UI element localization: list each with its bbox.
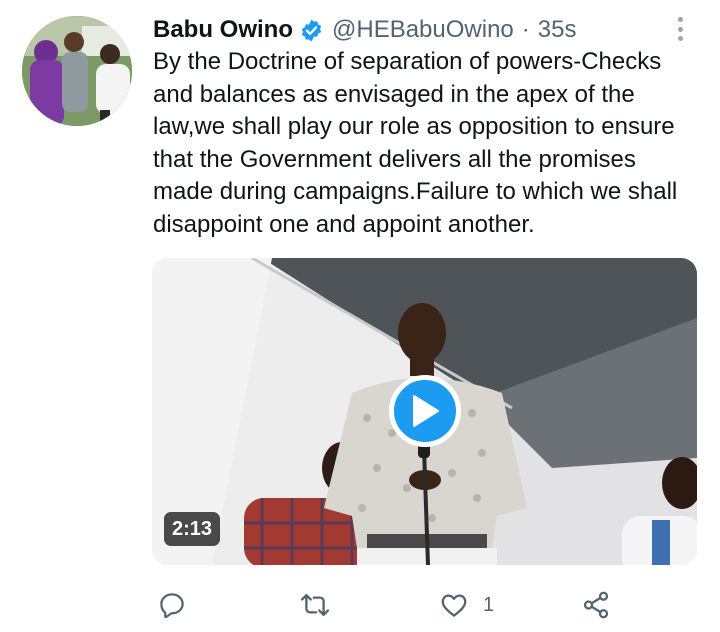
- tweet-timestamp[interactable]: 35s: [538, 16, 577, 44]
- like-count: 1: [483, 593, 495, 616]
- author-name[interactable]: Babu Owino: [153, 16, 293, 44]
- author-avatar[interactable]: [22, 16, 132, 126]
- retweet-icon: [300, 593, 330, 617]
- verified-badge-icon: [299, 18, 324, 43]
- like-button[interactable]: 1: [439, 583, 494, 627]
- video-duration-badge: 2:13: [164, 512, 221, 546]
- header-separator: ·: [521, 16, 530, 43]
- more-options-icon[interactable]: [668, 14, 692, 44]
- reply-button[interactable]: [157, 583, 201, 627]
- tweet-action-bar: 1: [153, 583, 633, 627]
- play-icon: [413, 395, 439, 427]
- reply-icon: [160, 593, 184, 619]
- share-button[interactable]: [581, 583, 625, 627]
- video-player[interactable]: 2:13: [152, 258, 697, 565]
- retweet-button[interactable]: [299, 583, 345, 627]
- avatar-image: [22, 16, 132, 126]
- heart-icon: [441, 594, 467, 617]
- share-icon: [583, 591, 609, 619]
- author-handle[interactable]: @HEBabuOwino: [332, 16, 514, 44]
- tweet: Babu Owino @HEBabuOwino · 35s By the Doc…: [0, 0, 720, 632]
- play-button[interactable]: [389, 375, 461, 447]
- tweet-text: By the Doctrine of separation of powers-…: [153, 48, 678, 238]
- tweet-header: Babu Owino @HEBabuOwino · 35s: [153, 12, 576, 48]
